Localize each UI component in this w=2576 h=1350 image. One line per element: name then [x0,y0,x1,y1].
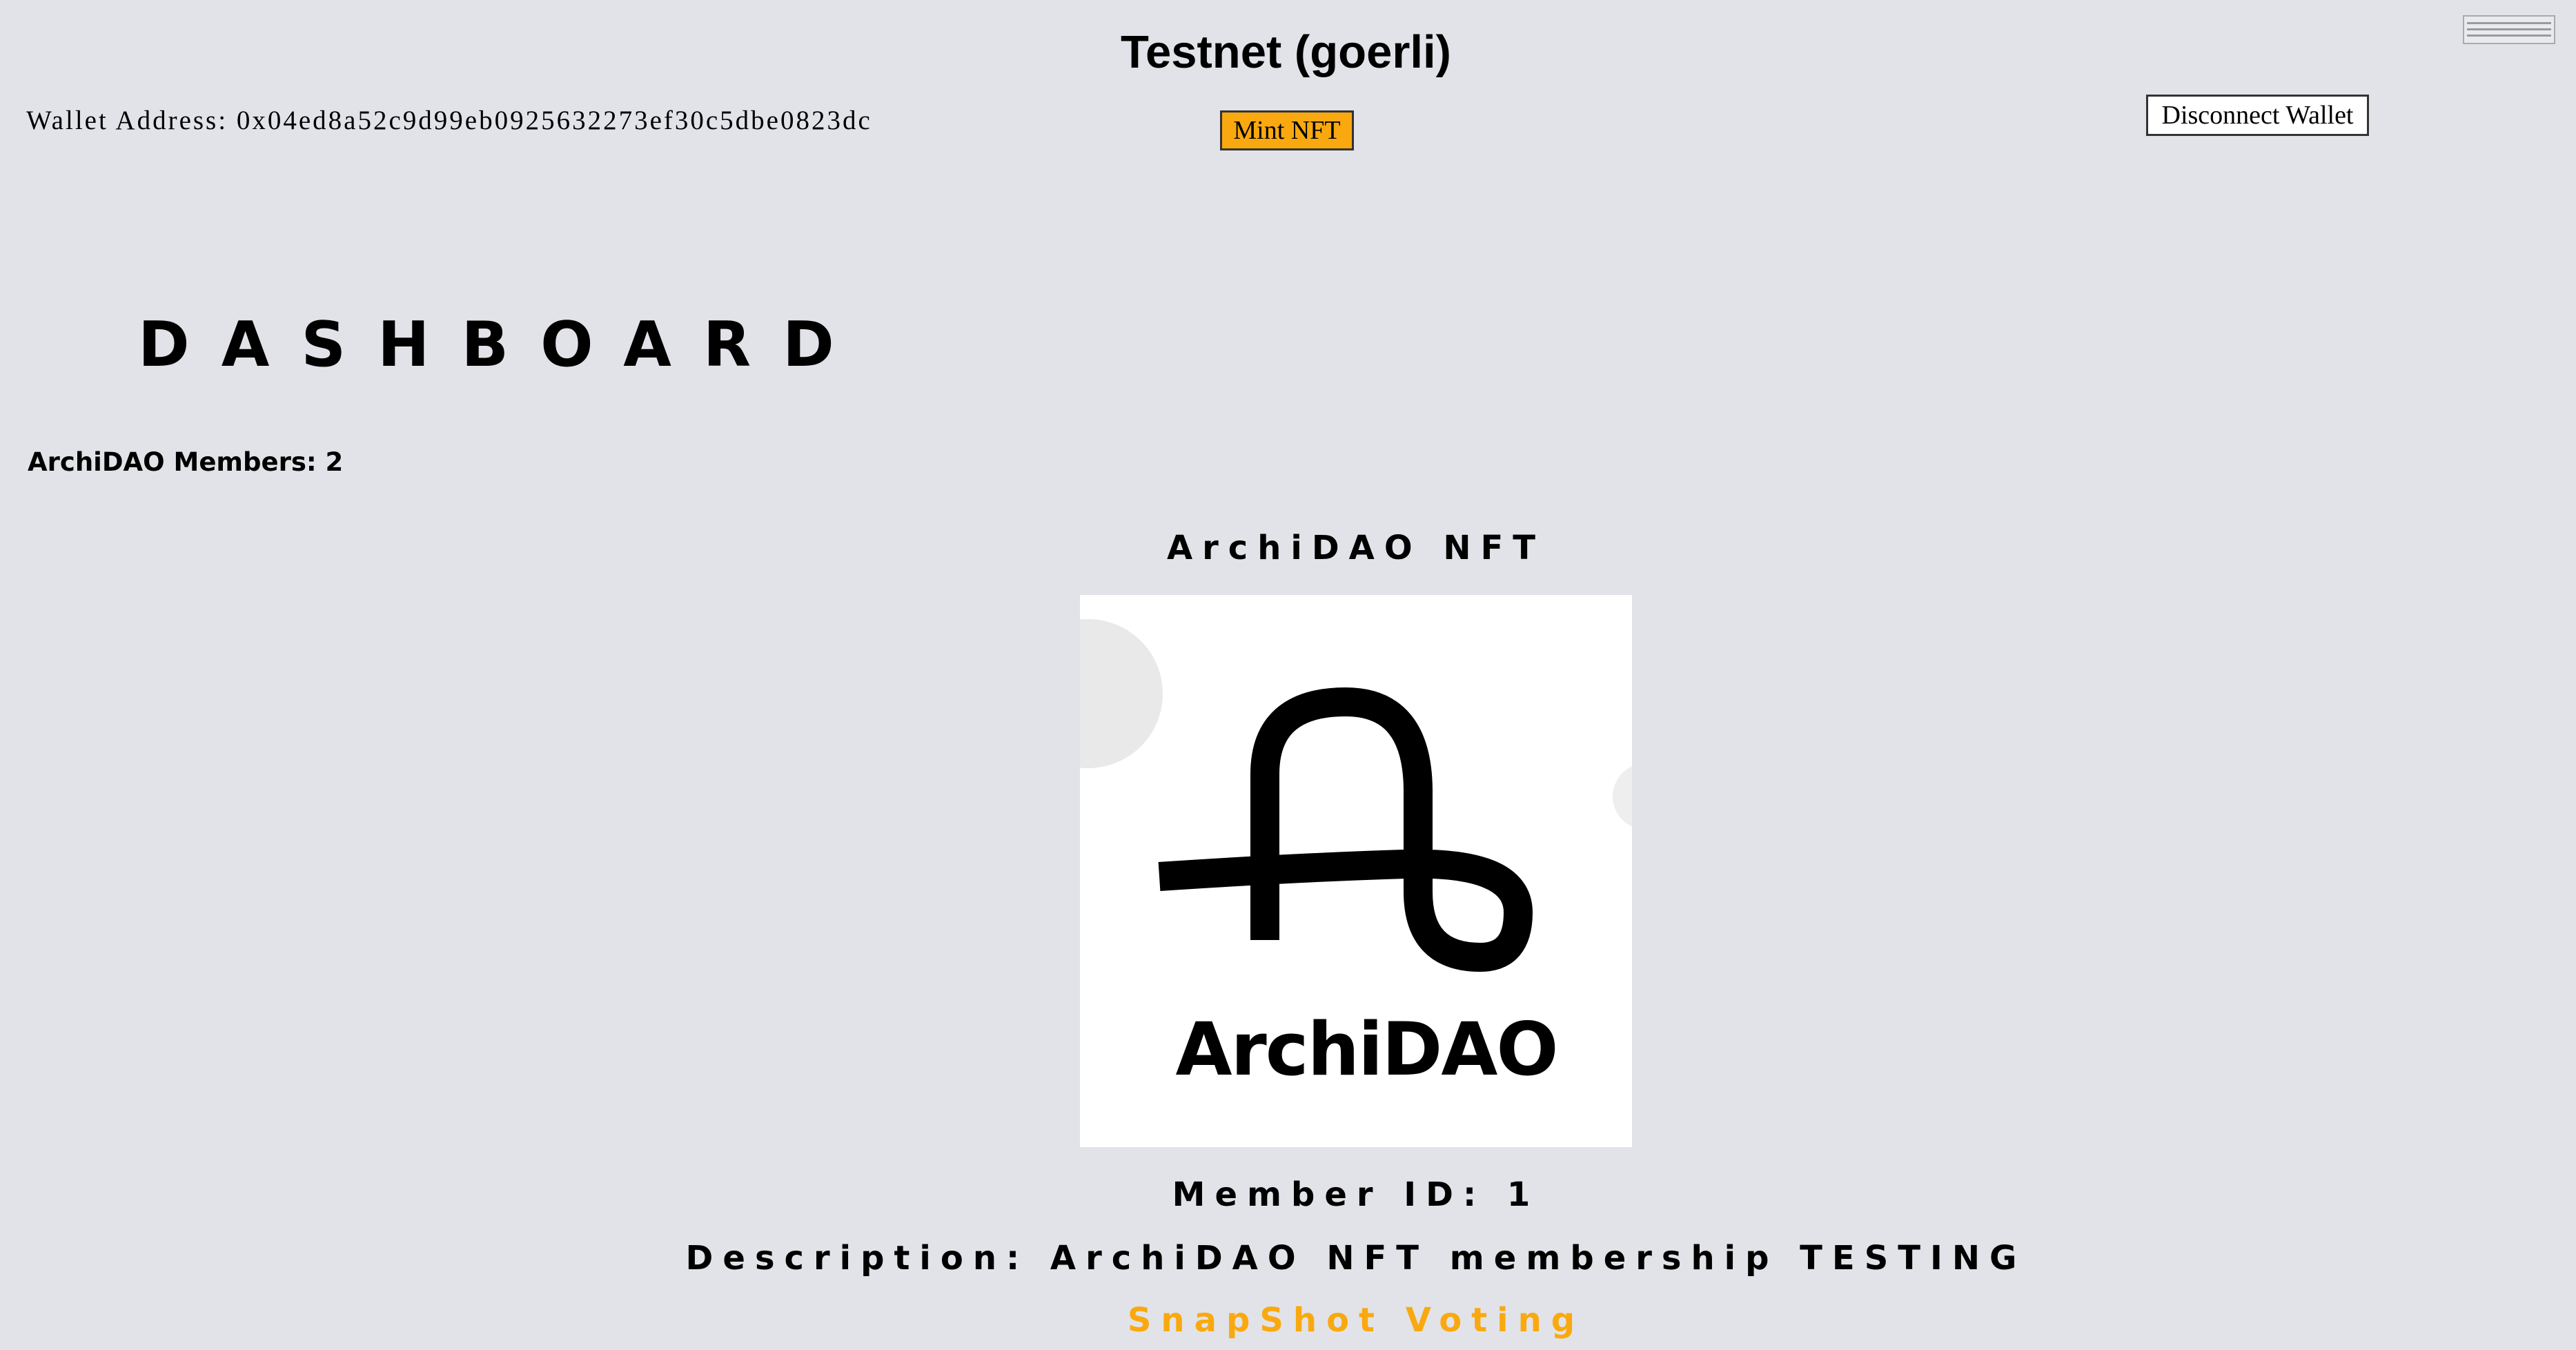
member-id-value: 1 [1506,1175,1540,1214]
wallet-address-value: 0x04ed8a52c9d99eb0925632273ef30c5dbe0823… [236,106,872,135]
network-title: Testnet (goerli) [1121,26,1451,78]
member-id-label: Member ID: [1172,1175,1486,1214]
archidao-logo-icon: ArchiDAO [1080,595,1632,1147]
nft-description: Description: ArchiDAO NFT membership TES… [0,1237,2576,1280]
disconnect-wallet-button[interactable]: Disconnect Wallet [2146,95,2369,136]
wallet-address-label: Wallet Address: [26,106,228,135]
member-id: Member ID: 1 [0,1173,2576,1216]
members-value: 2 [325,447,344,477]
description-label: Description: [685,1239,1030,1278]
mint-nft-button[interactable]: Mint NFT [1220,110,1354,150]
members-count: ArchiDAO Members: 2 [28,445,343,480]
nft-image: ArchiDAO [1080,595,1632,1147]
wallet-address: Wallet Address: 0x04ed8a52c9d99eb0925632… [26,104,872,138]
dashboard-title: DASHBOARD [138,309,866,381]
menu-bar [2467,22,2551,24]
nft-title: ArchiDAO NFT [1166,529,1546,567]
archidao-logo-text: ArchiDAO [1175,1007,1557,1092]
menu-bar [2467,35,2551,37]
menu-bar [2467,28,2551,30]
members-label: ArchiDAO Members: [28,447,317,477]
snapshot-voting-link[interactable]: SnapShot Voting [0,1299,2576,1342]
hamburger-menu-icon[interactable] [2463,15,2555,44]
description-value: ArchiDAO NFT membership TESTING [1050,1239,2027,1278]
